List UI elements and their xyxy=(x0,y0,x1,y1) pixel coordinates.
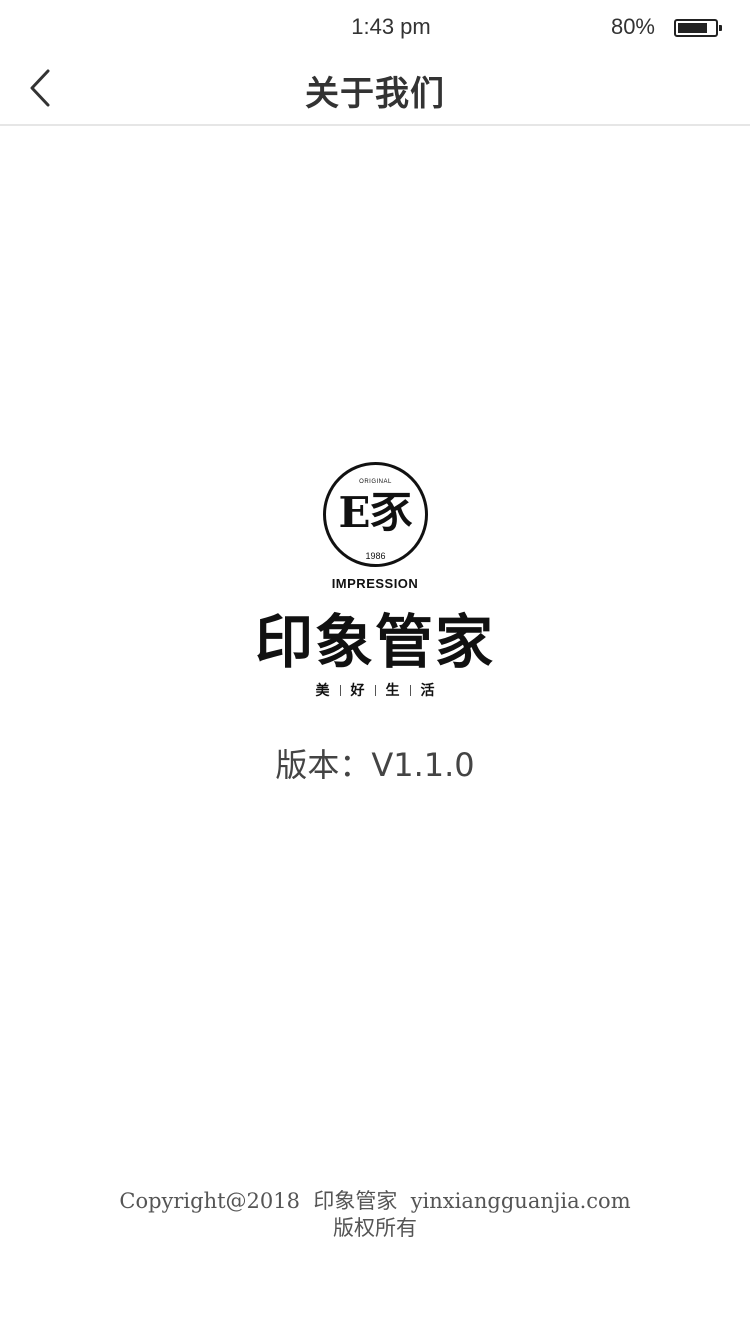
version-label: 版本：V1.1.0 xyxy=(275,746,475,784)
seal-glyph: E豕 xyxy=(338,488,413,537)
page-title: 关于我们 xyxy=(305,74,445,114)
seal-top-text: ORIGINAL xyxy=(359,479,392,485)
slogan-char: 生 xyxy=(385,683,400,699)
slogan-separator xyxy=(409,685,411,696)
slogan-char: 美 xyxy=(315,683,330,699)
slogan: 美好生活 xyxy=(0,680,750,700)
slogan-char: 活 xyxy=(420,683,435,699)
battery-icon xyxy=(674,19,722,37)
seal-year: 1986 xyxy=(365,551,386,561)
slogan-separator xyxy=(374,685,376,696)
seal-logo: ORIGINAL E豕 1986 xyxy=(323,462,428,567)
brand-name-cn: 印象管家 xyxy=(254,608,495,676)
battery-fill xyxy=(678,23,707,33)
slogan-char: 好 xyxy=(350,683,365,699)
rights-line: 版权所有 xyxy=(333,1216,417,1240)
slogan-separator xyxy=(339,685,341,696)
status-bar: 1:43 pm 80% xyxy=(0,0,750,58)
footer-copyright: Copyright@2018 印象管家 yinxiangguanjia.com … xyxy=(0,1188,750,1242)
battery-percent: 80% xyxy=(610,14,655,39)
copyright-line: Copyright@2018 印象管家 yinxiangguanjia.com xyxy=(119,1189,631,1213)
brand-name-en: IMPRESSION xyxy=(331,576,419,591)
nav-bar: 关于我们 xyxy=(0,58,750,126)
